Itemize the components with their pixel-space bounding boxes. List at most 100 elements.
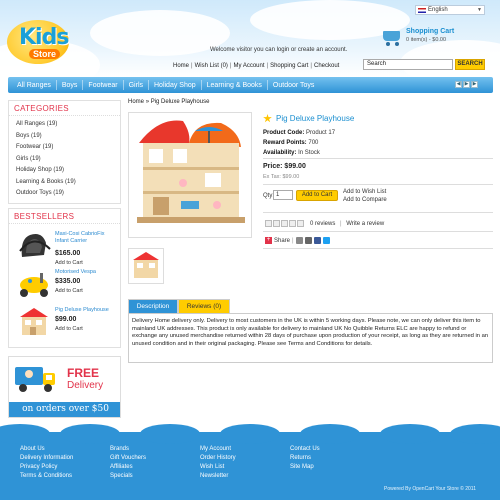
footer-link[interactable]: Brands — [110, 446, 129, 452]
product-info: Product Code: Product 17 Reward Points: … — [263, 130, 336, 156]
nav-boys[interactable]: Boys — [57, 82, 83, 89]
vespa-image[interactable] — [16, 267, 52, 299]
search-button[interactable]: SEARCH — [455, 59, 485, 70]
bestseller-add-to-cart[interactable]: Add to Cart — [55, 260, 83, 266]
footer-link[interactable]: Order History — [200, 455, 236, 461]
top-links: Home | Wish List (0) | My Account | Shopping C… — [173, 63, 340, 69]
bestseller-name[interactable]: Pig Deluxe Playhouse — [55, 307, 119, 314]
add-to-wishlist-link[interactable]: Add to Wish List — [343, 189, 386, 195]
arrow-right-icon[interactable]: ▶ — [463, 81, 470, 88]
nav-girls[interactable]: Girls — [124, 82, 148, 89]
reviews-count-link[interactable]: 0 reviews — [310, 221, 335, 227]
add-to-cart-button[interactable]: Add to Cart — [296, 190, 338, 201]
bestseller-item: Pig Deluxe Playhouse $99.00 Add to Cart — [9, 305, 122, 341]
bestsellers-box: BESTSELLERS Maxi-Cosi CabrioFix Infant C… — [8, 208, 121, 348]
categories-box: CATEGORIES All Ranges (19) Boys (19) Foo… — [8, 100, 121, 204]
language-select[interactable]: English ▼ — [415, 5, 485, 15]
store-logo[interactable]: Kids Store — [7, 20, 77, 68]
reward-points: 700 — [308, 140, 319, 146]
write-review-link[interactable]: Write a review — [346, 221, 384, 227]
footer-link[interactable]: Affiliates — [110, 464, 133, 470]
availability: In Stock — [298, 150, 320, 156]
category-item[interactable]: Outdoor Toys (19) — [16, 190, 64, 196]
nav-learning-books[interactable]: Learning & Books — [202, 82, 267, 89]
rating-stars — [265, 220, 304, 227]
toplink-home[interactable]: Home — [173, 63, 189, 69]
main-nav: All Ranges Boys Footwear Girls Holiday S… — [8, 77, 493, 93]
logo-text: Kids — [19, 25, 69, 50]
print-icon[interactable] — [304, 237, 312, 244]
delivery-truck-icon — [15, 367, 55, 392]
language-label: English — [428, 7, 448, 13]
uk-flag-icon — [418, 7, 426, 13]
cart-widget[interactable]: Shopping Cart 0 item(s) - $0.00 — [380, 28, 454, 46]
playhouse-thumbnail-image — [133, 252, 159, 278]
breadcrumb-product[interactable]: Pig Deluxe Playhouse — [151, 99, 210, 105]
add-to-compare-link[interactable]: Add to Compare — [343, 197, 387, 203]
category-item[interactable]: Girls (19) — [16, 156, 41, 162]
search-input[interactable]: Search — [363, 59, 453, 70]
product-extax: Ex Tax: $99.00 — [263, 174, 300, 180]
footer-link[interactable]: About Us — [20, 446, 45, 452]
cart-title: Shopping Cart — [406, 28, 455, 35]
category-item[interactable]: Footwear (19) — [16, 144, 53, 150]
tab-description[interactable]: Description — [128, 299, 178, 313]
nav-all-ranges[interactable]: All Ranges — [12, 82, 56, 89]
email-icon[interactable] — [295, 237, 303, 244]
bestsellers-heading: BESTSELLERS — [9, 209, 120, 224]
nav-footwear[interactable]: Footwear — [83, 82, 122, 89]
nav-holiday-shop[interactable]: Holiday Shop — [149, 82, 201, 89]
powered-by: Powered By OpenCart Your Store © 2011 — [384, 486, 476, 492]
footer-link[interactable]: Terms & Conditions — [20, 473, 72, 479]
bestseller-add-to-cart[interactable]: Add to Cart — [55, 326, 83, 332]
car-seat-image[interactable] — [16, 229, 52, 261]
footer-link[interactable]: Wish List — [200, 464, 224, 470]
arrow-end-icon[interactable]: ▶ — [471, 81, 478, 88]
bestseller-item: Maxi-Cosi CabrioFix Infant Carrier $165.… — [9, 229, 122, 266]
bestseller-name[interactable]: Motorised Vespa — [55, 269, 119, 276]
toplink-checkout[interactable]: Checkout — [314, 63, 339, 69]
facebook-icon[interactable] — [313, 237, 321, 244]
logo-subtext: Store — [29, 49, 61, 59]
bestseller-name[interactable]: Maxi-Cosi CabrioFix Infant Carrier — [55, 231, 119, 245]
footer-link[interactable]: Specials — [110, 473, 133, 479]
share-plus-icon[interactable]: + — [265, 237, 272, 244]
bestseller-price: $165.00 — [55, 250, 81, 257]
footer-link[interactable]: Delivery Information — [20, 455, 73, 461]
footer-link[interactable]: Gift Vouchers — [110, 455, 146, 461]
quantity-input[interactable]: 1 — [273, 190, 293, 200]
tab-reviews[interactable]: Reviews (0) — [178, 299, 230, 313]
playhouse-thumb-image[interactable] — [16, 305, 52, 337]
footer-link[interactable]: Privacy Policy — [20, 464, 57, 470]
footer-link[interactable]: Newsletter — [200, 473, 228, 479]
breadcrumb-home[interactable]: Home — [128, 99, 144, 105]
category-item[interactable]: Learning & Books (19) — [16, 179, 76, 185]
footer-link[interactable]: My Account — [200, 446, 231, 452]
nav-outdoor-toys[interactable]: Outdoor Toys — [268, 82, 320, 89]
product-main-image[interactable] — [128, 112, 252, 238]
toplink-cart[interactable]: Shopping Cart — [270, 63, 308, 69]
free-delivery-banner[interactable]: FREE Delivery on orders over $50 — [8, 356, 121, 418]
share-bar: + Share | — [265, 237, 330, 244]
bestseller-price: $335.00 — [55, 278, 81, 285]
twitter-icon[interactable] — [322, 237, 330, 244]
toplink-wishlist[interactable]: Wish List (0) — [195, 63, 228, 69]
product-thumbnail[interactable] — [128, 248, 164, 284]
category-item[interactable]: All Ranges (19) — [16, 121, 57, 127]
category-item[interactable]: Holiday Shop (19) — [16, 167, 64, 173]
category-item[interactable]: Boys (19) — [16, 133, 42, 139]
share-link[interactable]: Share — [274, 238, 290, 244]
toplink-account[interactable]: My Account — [233, 63, 264, 69]
star-icon — [263, 114, 272, 123]
free-heading: FREE — [67, 366, 100, 380]
bestseller-add-to-cart[interactable]: Add to Cart — [55, 288, 83, 294]
arrow-left-icon[interactable]: ◀ — [455, 81, 462, 88]
cart-summary[interactable]: 0 item(s) - $0.00 — [406, 37, 454, 43]
footer-link[interactable]: Contact Us — [290, 446, 320, 452]
bestseller-price: $99.00 — [55, 316, 77, 323]
footer-link[interactable]: Returns — [290, 455, 311, 461]
footer-col-service: Contact Us Returns Site Map — [290, 445, 320, 472]
bestseller-item: Motorised Vespa $335.00 Add to Cart — [9, 267, 122, 303]
footer-link[interactable]: Site Map — [290, 464, 314, 470]
description-text: Delivery Home delivery only. Delivery to… — [128, 313, 493, 363]
